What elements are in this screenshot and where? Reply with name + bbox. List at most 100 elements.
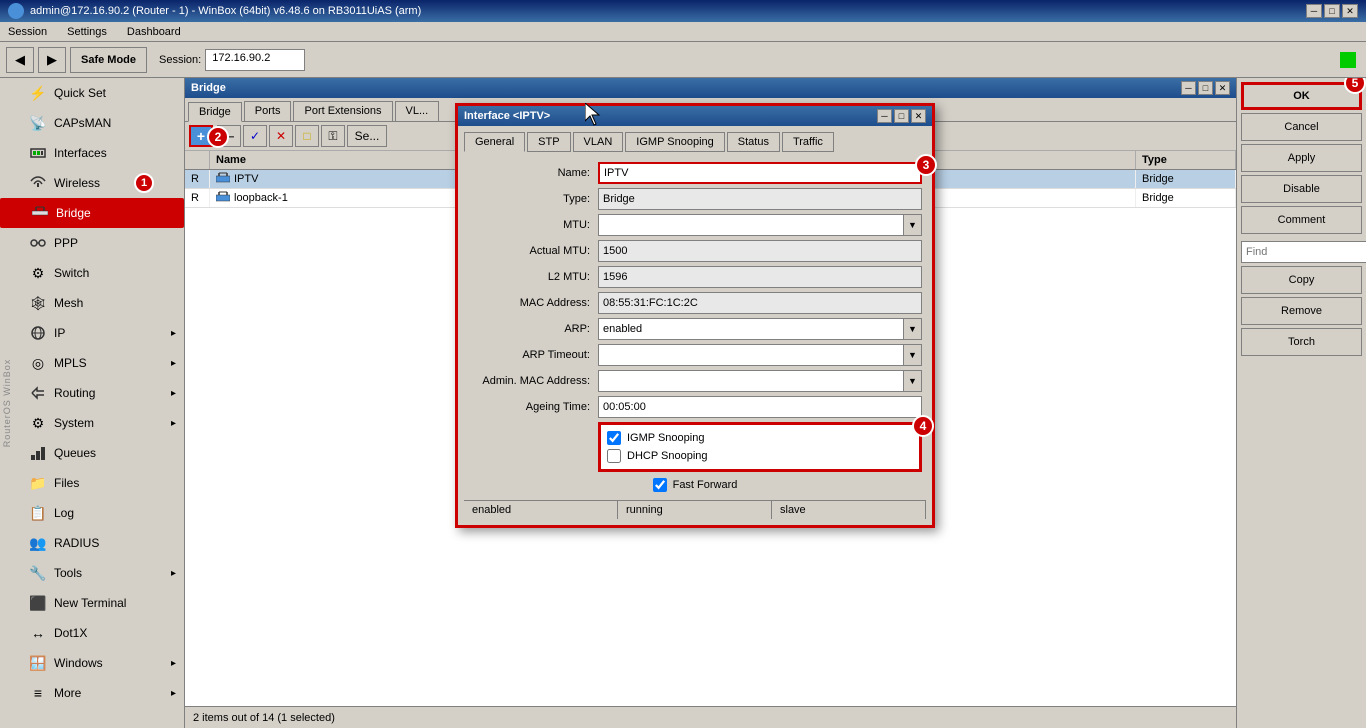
- tab-vlans[interactable]: VL...: [395, 101, 440, 121]
- check-button[interactable]: ✓: [243, 125, 267, 147]
- disable-button[interactable]: Disable: [1241, 175, 1362, 203]
- sidebar-item-files[interactable]: 📁 Files: [0, 468, 184, 498]
- menu-settings[interactable]: Settings: [63, 24, 111, 40]
- badge-4: 4: [912, 415, 934, 437]
- remove-button[interactable]: Remove: [1241, 297, 1362, 325]
- admin-mac-dropdown[interactable]: ▼: [904, 370, 922, 392]
- tab-ports[interactable]: Ports: [244, 101, 292, 121]
- dialog-close-button[interactable]: ✕: [911, 109, 926, 123]
- dialog-tab-igmp-snooping[interactable]: IGMP Snooping: [625, 132, 724, 152]
- dialog-maximize-button[interactable]: □: [894, 109, 909, 123]
- find-input[interactable]: [1241, 241, 1366, 263]
- bridge-status-bar: 2 items out of 14 (1 selected): [185, 706, 1236, 728]
- mtu-dropdown[interactable]: ▼: [904, 214, 922, 236]
- arp-value: enabled: [598, 318, 904, 340]
- fast-forward-row: Fast Forward: [468, 478, 922, 492]
- settings-text: Se...: [355, 129, 380, 143]
- l2-mtu-input[interactable]: [598, 266, 922, 288]
- square-button[interactable]: □: [295, 125, 319, 147]
- dialog-tab-general[interactable]: General: [464, 132, 525, 152]
- cancel-x-button[interactable]: ✕: [269, 125, 293, 147]
- sidebar-item-new-terminal[interactable]: ⬛ New Terminal: [0, 588, 184, 618]
- name-input[interactable]: [598, 162, 922, 184]
- fast-forward-checkbox[interactable]: [653, 478, 667, 492]
- queues-icon: [28, 443, 48, 463]
- dialog-title-text: Interface <IPTV>: [464, 110, 550, 122]
- arp-dropdown[interactable]: ▼: [904, 318, 922, 340]
- menu-dashboard[interactable]: Dashboard: [123, 24, 185, 40]
- sidebar-item-wireless[interactable]: Wireless 1: [0, 168, 184, 198]
- safe-mode-button[interactable]: Safe Mode: [70, 47, 147, 73]
- square-icon: □: [303, 129, 310, 143]
- switch-icon: ⚙: [28, 263, 48, 283]
- ageing-time-input[interactable]: [598, 396, 922, 418]
- dialog-tab-vlan[interactable]: VLAN: [573, 132, 624, 152]
- routing-arrow: ▸: [171, 388, 176, 399]
- tab-port-extensions[interactable]: Port Extensions: [293, 101, 392, 121]
- session-label: Session:: [159, 54, 201, 66]
- apply-button[interactable]: Apply: [1241, 144, 1362, 172]
- dialog-tab-stp[interactable]: STP: [527, 132, 570, 152]
- sidebar-item-radius[interactable]: 👥 RADIUS: [0, 528, 184, 558]
- sidebar-item-interfaces[interactable]: Interfaces: [0, 138, 184, 168]
- maximize-button[interactable]: □: [1324, 4, 1340, 18]
- sidebar-item-switch[interactable]: ⚙ Switch: [0, 258, 184, 288]
- mtu-label: MTU:: [468, 219, 598, 231]
- sidebar-item-ppp[interactable]: PPP: [0, 228, 184, 258]
- mac-input[interactable]: [598, 292, 922, 314]
- status-text: 2 items out of 14 (1 selected): [193, 712, 335, 724]
- arp-timeout-dropdown[interactable]: ▼: [904, 344, 922, 366]
- system-arrow: ▸: [171, 418, 176, 429]
- sidebar-item-system[interactable]: ⚙ System ▸: [0, 408, 184, 438]
- menu-session[interactable]: Session: [4, 24, 51, 40]
- sidebar-item-queues[interactable]: Queues: [0, 438, 184, 468]
- torch-button[interactable]: Torch: [1241, 328, 1362, 356]
- more-icon: ≡: [28, 683, 48, 703]
- copy-button[interactable]: Copy: [1241, 266, 1362, 294]
- filter-icon: ⚿: [328, 129, 337, 144]
- dhcp-snooping-checkbox[interactable]: [607, 449, 621, 463]
- sidebar-item-ip[interactable]: IP ▸: [0, 318, 184, 348]
- sidebar-item-capsman[interactable]: 📡 CAPsMAN: [0, 108, 184, 138]
- dialog-tab-traffic[interactable]: Traffic: [782, 132, 834, 152]
- arp-timeout-input[interactable]: [598, 344, 904, 366]
- actual-mtu-input[interactable]: [598, 240, 922, 262]
- new-terminal-icon: ⬛: [28, 593, 48, 613]
- sidebar-item-windows[interactable]: 🪟 Windows ▸: [0, 648, 184, 678]
- bridge-maximize-button[interactable]: □: [1198, 81, 1213, 95]
- igmp-snooping-row: IGMP Snooping: [607, 431, 913, 445]
- dialog-tab-status[interactable]: Status: [727, 132, 780, 152]
- col-type: Type: [1136, 151, 1236, 169]
- back-button[interactable]: ◀: [6, 47, 34, 73]
- close-button[interactable]: ✕: [1342, 4, 1358, 18]
- sidebar-item-quick-set[interactable]: ⚡ Quick Set: [0, 78, 184, 108]
- sidebar-item-routing[interactable]: Routing ▸: [0, 378, 184, 408]
- sidebar-item-log[interactable]: 📋 Log: [0, 498, 184, 528]
- dhcp-snooping-label: DHCP Snooping: [627, 450, 708, 462]
- tab-bridge[interactable]: Bridge: [188, 102, 242, 122]
- sidebar-item-bridge[interactable]: Bridge: [0, 198, 184, 228]
- minimize-button[interactable]: ─: [1306, 4, 1322, 18]
- comment-button[interactable]: Comment: [1241, 206, 1362, 234]
- settings-button[interactable]: Se...: [347, 125, 387, 147]
- sidebar-item-mesh[interactable]: 🕸 Mesh: [0, 288, 184, 318]
- filter-button[interactable]: ⚿: [321, 125, 345, 147]
- sidebar-item-tools[interactable]: 🔧 Tools ▸: [0, 558, 184, 588]
- sidebar-item-more[interactable]: ≡ More ▸: [0, 678, 184, 708]
- cancel-button[interactable]: Cancel: [1241, 113, 1362, 141]
- bridge-minimize-button[interactable]: ─: [1181, 81, 1196, 95]
- windows-icon: 🪟: [28, 653, 48, 673]
- sidebar-item-dot1x[interactable]: ↔ Dot1X: [0, 618, 184, 648]
- col-flag: [185, 151, 210, 169]
- arp-label: ARP:: [468, 323, 598, 335]
- admin-mac-input[interactable]: [598, 370, 904, 392]
- bridge-close-button[interactable]: ✕: [1215, 81, 1230, 95]
- igmp-snooping-checkbox[interactable]: [607, 431, 621, 445]
- tools-arrow: ▸: [171, 568, 176, 579]
- dialog-minimize-button[interactable]: ─: [877, 109, 892, 123]
- forward-button[interactable]: ▶: [38, 47, 66, 73]
- mtu-input[interactable]: [598, 214, 904, 236]
- sidebar-item-mpls[interactable]: ◎ MPLS ▸: [0, 348, 184, 378]
- badge-3: 3: [915, 154, 937, 176]
- dialog-tabs: General STP VLAN IGMP Snooping Status Tr…: [464, 132, 926, 152]
